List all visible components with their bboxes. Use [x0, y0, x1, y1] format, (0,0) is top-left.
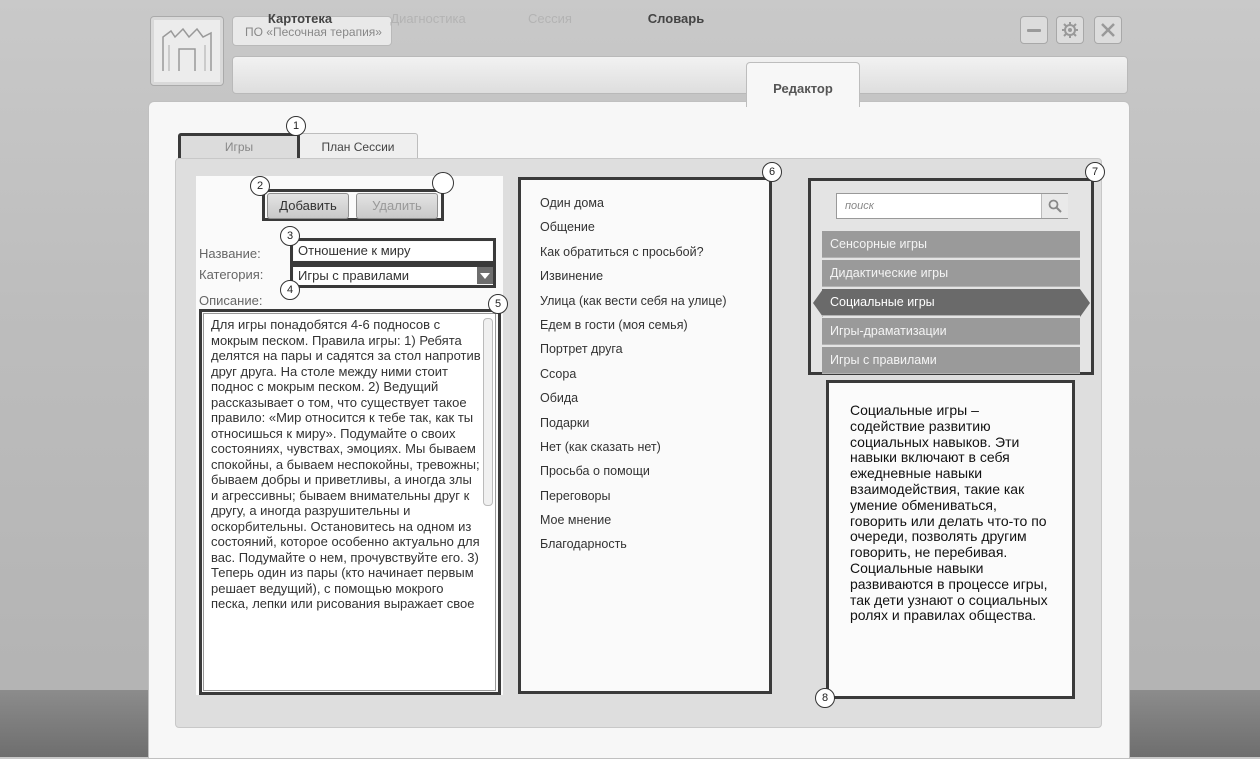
list-item[interactable]: Обида — [540, 391, 727, 415]
callout-marker-6: 6 — [762, 162, 782, 182]
category-item-rules[interactable]: Игры с правилами — [822, 347, 1080, 374]
list-item[interactable]: Общение — [540, 220, 727, 244]
callout-marker-empty — [432, 172, 454, 194]
gear-icon — [1062, 22, 1078, 38]
search-icon — [1048, 199, 1062, 213]
category-label: Категория: — [199, 267, 264, 282]
category-item-didactic[interactable]: Дидактические игры — [822, 260, 1080, 287]
list-item[interactable]: Извинение — [540, 269, 727, 293]
list-item[interactable]: Как обратиться с просьбой? — [540, 245, 727, 269]
active-marker-right-icon — [1080, 289, 1090, 317]
category-select[interactable]: Игры с правилами — [294, 267, 478, 285]
name-field[interactable]: Отношение к миру — [294, 242, 492, 260]
list-item[interactable]: Улица (как вести себя на улице) — [540, 294, 727, 318]
add-button[interactable]: Добавить — [267, 193, 349, 219]
category-description-text: Социальные игры – содействие развитию со… — [850, 402, 1048, 624]
tab-diagnostika[interactable]: Диагностика — [378, 0, 478, 38]
delete-button[interactable]: Удалить — [356, 193, 438, 219]
app-logo — [150, 16, 224, 86]
list-item[interactable]: Благодарность — [540, 537, 727, 561]
callout-marker-7: 7 — [1085, 162, 1105, 182]
callout-marker-3: 3 — [280, 226, 300, 246]
callout-marker-8: 8 — [815, 688, 835, 708]
list-item[interactable]: Один дома — [540, 196, 727, 220]
category-item-sensory[interactable]: Сенсорные игры — [822, 231, 1080, 258]
chevron-down-icon — [480, 273, 490, 279]
list-item[interactable]: Мое мнение — [540, 513, 727, 537]
tab-session-plan[interactable]: План Сессии — [298, 133, 418, 160]
callout-marker-5: 5 — [488, 294, 508, 314]
minimize-icon — [1027, 28, 1041, 32]
list-item[interactable]: Портрет друга — [540, 342, 727, 366]
tab-slovar[interactable]: Словарь — [636, 0, 716, 38]
description-scrollbar[interactable] — [483, 318, 493, 506]
callout-marker-4: 4 — [280, 280, 300, 300]
callout-marker-1: 1 — [286, 116, 306, 136]
tab-sessiya[interactable]: Сессия — [510, 0, 590, 38]
list-item[interactable]: Подарки — [540, 416, 727, 440]
list-item[interactable]: Просьба о помощи — [540, 464, 727, 488]
list-item[interactable]: Ссора — [540, 367, 727, 391]
settings-button[interactable] — [1056, 16, 1084, 44]
castle-logo-icon — [162, 27, 212, 71]
description-label: Описание: — [199, 293, 263, 308]
description-textarea[interactable]: Для игры понадобятся 4-6 подносов с мокр… — [203, 313, 496, 691]
name-label: Название: — [199, 246, 261, 261]
list-item[interactable]: Нет (как сказать нет) — [540, 440, 727, 464]
category-dropdown-button[interactable] — [477, 267, 493, 284]
list-item[interactable]: Переговоры — [540, 489, 727, 513]
list-item[interactable]: Едем в гости (моя семья) — [540, 318, 727, 342]
main-nav — [232, 56, 1128, 94]
callout-marker-2: 2 — [250, 176, 270, 196]
close-icon — [1101, 23, 1115, 37]
minimize-button[interactable] — [1020, 16, 1048, 44]
tab-kartoteka[interactable]: Картотека — [250, 0, 350, 38]
search-button[interactable] — [1041, 194, 1068, 218]
search-input[interactable]: поиск — [836, 193, 1068, 219]
close-button[interactable] — [1094, 16, 1122, 44]
tab-redaktor[interactable]: Редактор — [746, 62, 860, 107]
category-item-social[interactable]: Социальные игры — [822, 289, 1080, 316]
games-list: Один дома Общение Как обратиться с прось… — [540, 196, 727, 562]
category-item-dramatization[interactable]: Игры-драматизации — [822, 318, 1080, 345]
